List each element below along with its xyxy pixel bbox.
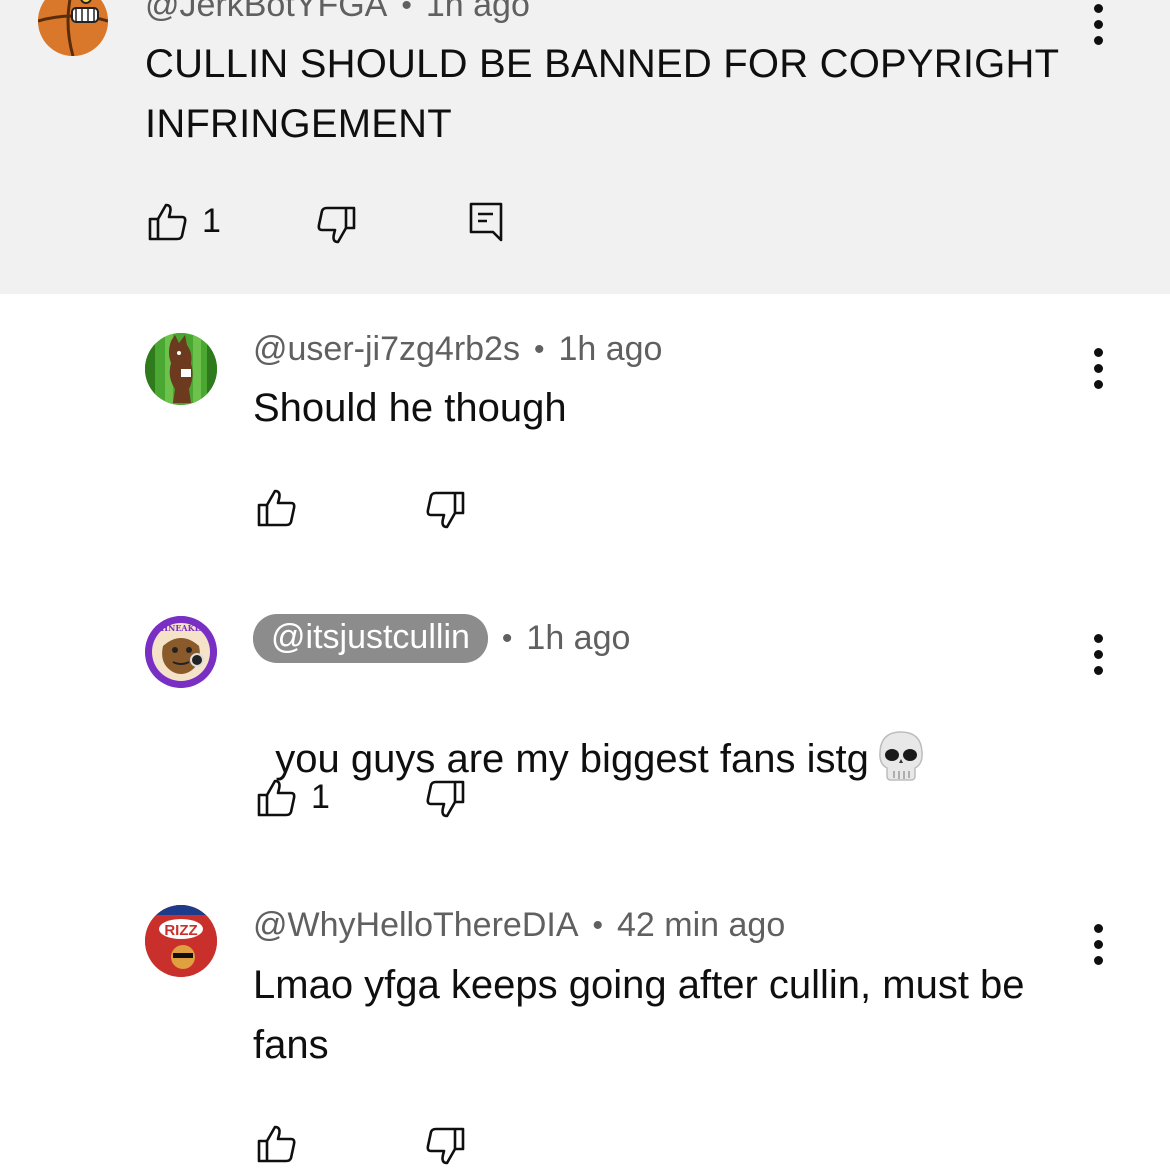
commenter-avatar[interactable] <box>38 0 108 56</box>
thumbs-up-icon <box>257 489 296 527</box>
creator-handle-badge[interactable]: @itsjustcullin <box>253 614 488 663</box>
comment-text: CULLIN SHOULD BE BANNED FOR COPYRIGHT IN… <box>145 42 1070 146</box>
comment-handle[interactable]: @user-ji7zg4rb2s <box>253 330 520 369</box>
comment-meta: @user-ji7zg4rb2s • 1h ago <box>253 330 662 369</box>
avatar-text: SHNEAKER <box>155 623 208 633</box>
like-button[interactable]: 1 <box>257 778 330 817</box>
like-count: 1 <box>311 778 330 816</box>
comment-meta: @itsjustcullin • 1h ago <box>253 614 630 663</box>
thumbs-up-icon <box>148 203 187 240</box>
comment-text-content: you guys are my biggest fans istg <box>275 737 869 781</box>
comment-text: Lmao yfga keeps going after cullin, must… <box>253 963 1036 1067</box>
thumbs-down-icon <box>426 1127 465 1165</box>
dislike-button[interactable] <box>425 1127 465 1165</box>
dislike-button[interactable] <box>425 491 465 529</box>
dislike-button[interactable] <box>425 780 465 818</box>
reply-comment-icon <box>469 202 503 242</box>
comment-options-button[interactable] <box>1092 348 1104 396</box>
like-button[interactable] <box>257 489 297 527</box>
cartoon-animal-avatar-icon <box>145 333 217 405</box>
avatar-text: RIZZ <box>164 922 197 939</box>
sneaker-dog-avatar-icon: SHNEAKER <box>145 616 217 688</box>
comment-meta: @JerkBotYFGA • 1h ago <box>145 0 530 25</box>
comment-text: you guys are my biggest fans istg <box>253 669 1093 799</box>
comment-handle[interactable]: @JerkBotYFGA <box>145 0 387 25</box>
comment-time: 1h ago <box>425 0 530 24</box>
comment-time: 42 min ago <box>617 906 786 944</box>
rizz-crackers-avatar-icon: RIZZ <box>145 905 217 977</box>
thumbs-up-icon <box>257 1125 296 1163</box>
like-button[interactable] <box>257 1125 297 1163</box>
comment-meta: @WhyHelloThereDIA • 42 min ago <box>253 906 785 945</box>
comment-options-button[interactable] <box>1092 924 1104 972</box>
dislike-button[interactable] <box>316 206 356 244</box>
creator-avatar[interactable]: SHNEAKER <box>145 616 217 688</box>
comment-time: 1h ago <box>558 330 663 368</box>
comment-text: Should he though <box>253 386 567 430</box>
meta-separator: • <box>401 0 412 22</box>
comment-handle[interactable]: @WhyHelloThereDIA <box>253 906 579 945</box>
thumbs-down-icon <box>426 491 465 529</box>
thumbs-up-icon <box>257 779 296 816</box>
meta-separator: • <box>592 908 604 942</box>
comment-options-button[interactable] <box>1092 634 1104 682</box>
meta-separator: • <box>501 621 513 655</box>
commenter-avatar[interactable] <box>145 333 217 405</box>
commenter-avatar[interactable]: RIZZ <box>145 905 217 977</box>
like-button[interactable]: 1 <box>148 202 221 241</box>
thumbs-down-icon <box>317 206 356 244</box>
basketball-face-icon <box>38 0 108 56</box>
reply-button[interactable] <box>469 202 503 242</box>
comment-time: 1h ago <box>526 619 631 657</box>
highlighted-comment: @JerkBotYFGA • 1h ago CULLIN SHOULD BE B… <box>0 0 1170 294</box>
like-count: 1 <box>202 202 221 240</box>
thumbs-down-icon <box>426 780 465 818</box>
skull-emoji-icon <box>877 730 925 799</box>
meta-separator: • <box>533 332 545 366</box>
